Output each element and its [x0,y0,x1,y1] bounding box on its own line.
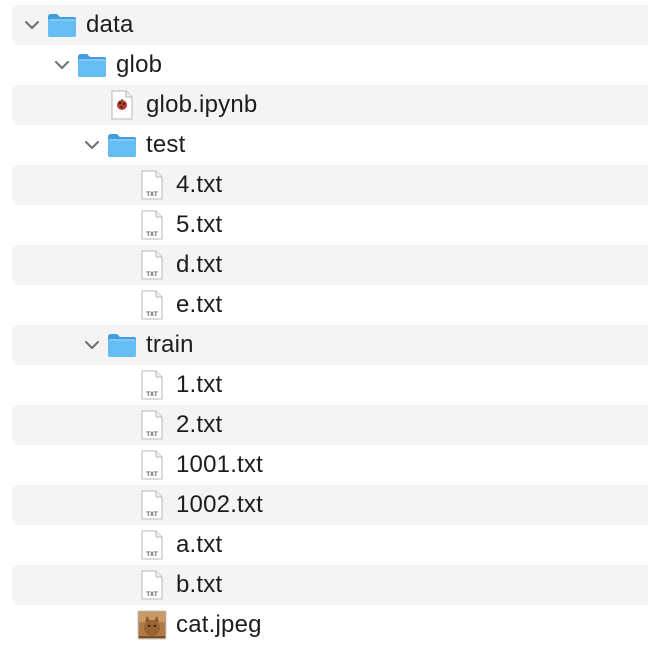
txt-file-icon: TXT [136,449,168,481]
item-label: 1002.txt [176,491,263,518]
file-row[interactable]: TXT a.txt [12,525,648,565]
file-row[interactable]: TXT 1002.txt [12,485,648,525]
txt-badge: TXT [146,592,158,598]
txt-badge: TXT [146,272,158,278]
chevron-down-icon[interactable] [20,13,44,37]
item-label: train [146,331,194,358]
txt-file-icon: TXT [136,209,168,241]
folder-icon [106,129,138,161]
file-row[interactable]: cat.jpeg [12,605,648,645]
image-thumbnail-icon [136,609,168,641]
file-row[interactable]: TXT 1001.txt [12,445,648,485]
file-row[interactable]: TXT b.txt [12,565,648,605]
folder-row[interactable]: train [12,325,648,365]
item-label: e.txt [176,291,223,318]
txt-badge: TXT [146,312,158,318]
txt-file-icon: TXT [136,409,168,441]
item-label: data [86,11,134,38]
file-row[interactable]: TXT 1.txt [12,365,648,405]
item-label: cat.jpeg [176,611,262,638]
txt-file-icon: TXT [136,489,168,521]
file-row[interactable]: TXT 5.txt [12,205,648,245]
txt-file-icon: TXT [136,289,168,321]
file-row[interactable]: TXT 2.txt [12,405,648,445]
item-label: 2.txt [176,411,223,438]
txt-file-icon: TXT [136,569,168,601]
txt-file-icon: TXT [136,249,168,281]
txt-file-icon: TXT [136,529,168,561]
txt-file-icon: TXT [136,169,168,201]
item-label: glob [116,51,163,78]
item-label: 1.txt [176,371,223,398]
file-row[interactable]: TXT d.txt [12,245,648,285]
folder-row[interactable]: data [12,5,648,45]
file-row[interactable]: TXT 4.txt [12,165,648,205]
chevron-down-icon[interactable] [80,333,104,357]
item-label: 1001.txt [176,451,263,478]
folder-row[interactable]: glob [12,45,648,85]
item-label: 4.txt [176,171,223,198]
item-label: 5.txt [176,211,223,238]
item-label: glob.ipynb [146,91,258,118]
txt-badge: TXT [146,472,158,478]
txt-badge: TXT [146,392,158,398]
txt-badge: TXT [146,552,158,558]
item-label: d.txt [176,251,223,278]
txt-file-icon: TXT [136,369,168,401]
txt-badge: TXT [146,512,158,518]
item-label: a.txt [176,531,223,558]
chevron-down-icon[interactable] [80,133,104,157]
txt-badge: TXT [146,432,158,438]
folder-icon [106,329,138,361]
txt-badge: TXT [146,192,158,198]
folder-icon [46,9,78,41]
txt-badge: TXT [146,232,158,238]
chevron-down-icon[interactable] [50,53,74,77]
item-label: test [146,131,186,158]
notebook-icon [106,89,138,121]
item-label: b.txt [176,571,223,598]
folder-row[interactable]: test [12,125,648,165]
folder-icon [76,49,108,81]
file-tree: data glob glob.ipynb test TXT 4.txt TXT 5.txt TX… [0,0,648,650]
file-row[interactable]: TXT e.txt [12,285,648,325]
file-row[interactable]: glob.ipynb [12,85,648,125]
